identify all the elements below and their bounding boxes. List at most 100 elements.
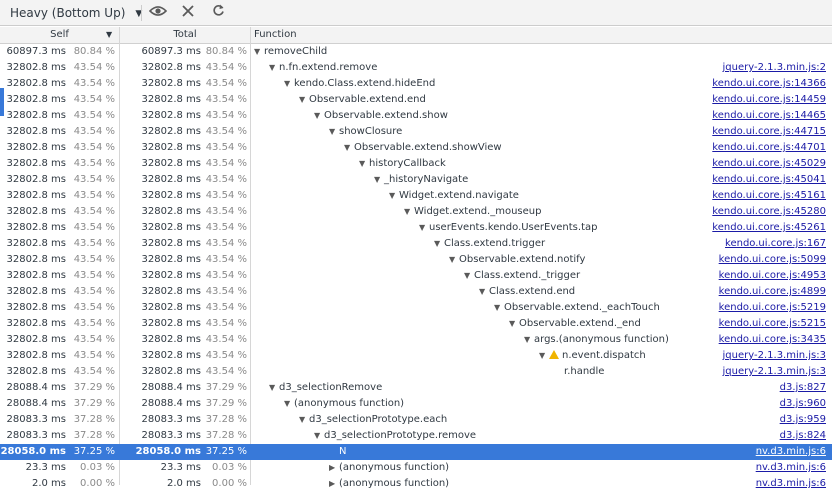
source-link[interactable]: kendo.ui.core.js:45029 [712, 156, 826, 172]
expand-down-icon[interactable]: ▼ [479, 284, 489, 300]
expand-down-icon[interactable]: ▼ [419, 220, 429, 236]
self-time: 32802.8 ms [6, 94, 66, 105]
view-mode-select[interactable]: Heavy (Bottom Up) ▼ [10, 4, 142, 22]
source-link[interactable]: kendo.ui.core.js:5219 [719, 300, 826, 316]
source-link[interactable]: nv.d3.min.js:6 [756, 460, 826, 476]
total-percent: 43.54 % [205, 334, 247, 345]
table-row[interactable]: 28088.4 ms 37.29 % 28088.4 ms 37.29 % ▼ d3_se… [0, 380, 832, 396]
table-row[interactable]: 32802.8 ms 43.54 % 32802.8 ms 43.54 % ▼ Class… [0, 236, 832, 252]
table-row[interactable]: 60897.3 ms 80.84 % 60897.3 ms 80.84 % ▼ remov… [0, 44, 832, 60]
source-link[interactable]: kendo.ui.core.js:14366 [712, 76, 826, 92]
source-link[interactable]: kendo.ui.core.js:44715 [712, 124, 826, 140]
expand-down-icon[interactable]: ▼ [329, 124, 339, 140]
expand-down-icon[interactable]: ▼ [284, 396, 294, 412]
source-link[interactable]: kendo.ui.core.js:45280 [712, 204, 826, 220]
table-row[interactable]: 28083.3 ms 37.28 % 28083.3 ms 37.28 % ▼ d3_se… [0, 412, 832, 428]
self-percent: 37.28 % [73, 430, 115, 441]
expand-down-icon[interactable]: ▼ [464, 268, 474, 284]
table-row[interactable]: 32802.8 ms 43.54 % 32802.8 ms 43.54 % ▼ Obser… [0, 300, 832, 316]
expand-down-icon[interactable]: ▼ [284, 76, 294, 92]
expand-down-icon[interactable]: ▼ [494, 300, 504, 316]
table-row[interactable]: 32802.8 ms 43.54 % 32802.8 ms 43.54 % ▼ Widge… [0, 188, 832, 204]
self-time: 32802.8 ms [6, 110, 66, 121]
table-row[interactable]: 28083.3 ms 37.28 % 28083.3 ms 37.28 % ▼ d3_se… [0, 428, 832, 444]
total-percent: 43.54 % [205, 78, 247, 89]
source-link[interactable]: kendo.ui.core.js:44701 [712, 140, 826, 156]
expand-down-icon[interactable]: ▼ [269, 60, 279, 76]
table-row[interactable]: 28088.4 ms 37.29 % 28088.4 ms 37.29 % ▼ (anon… [0, 396, 832, 412]
expand-down-icon[interactable]: ▼ [509, 316, 519, 332]
table-row[interactable]: 32802.8 ms 43.54 % 32802.8 ms 43.54 % ▼ args.… [0, 332, 832, 348]
source-link[interactable]: nv.d3.min.js:6 [756, 476, 826, 492]
function-column-header[interactable]: Function [254, 27, 297, 44]
table-row[interactable]: 32802.8 ms 43.54 % 32802.8 ms 43.54 % ▼ Obser… [0, 316, 832, 332]
source-link[interactable]: kendo.ui.core.js:14465 [712, 108, 826, 124]
eye-icon[interactable] [148, 3, 168, 23]
source-link[interactable]: kendo.ui.core.js:5215 [719, 316, 826, 332]
source-link[interactable]: kendo.ui.core.js:45041 [712, 172, 826, 188]
source-link[interactable]: kendo.ui.core.js:4953 [719, 268, 826, 284]
table-row[interactable]: 32802.8 ms 43.54 % 32802.8 ms 43.54 % ▼ _hist… [0, 172, 832, 188]
table-row[interactable]: 32802.8 ms 43.54 % 32802.8 ms 43.54 % ▼ Obser… [0, 108, 832, 124]
expand-down-icon[interactable]: ▼ [269, 380, 279, 396]
refresh-icon[interactable] [208, 3, 228, 23]
function-name: r.handle [564, 366, 605, 377]
table-row[interactable]: 32802.8 ms 43.54 % 32802.8 ms 43.54 % ▼ Obser… [0, 252, 832, 268]
expand-down-icon[interactable]: ▼ [449, 252, 459, 268]
source-link[interactable]: nv.d3.min.js:6 [756, 444, 826, 460]
table-row[interactable]: 32802.8 ms 43.54 % 32802.8 ms 43.54 % ▼ n.fn.… [0, 60, 832, 76]
expand-down-icon[interactable]: ▼ [359, 156, 369, 172]
table-row[interactable]: 32802.8 ms 43.54 % 32802.8 ms 43.54 % ▼ Widge… [0, 204, 832, 220]
self-time: 32802.8 ms [6, 318, 66, 329]
table-row[interactable]: 32802.8 ms 43.54 % 32802.8 ms 43.54 % ▼ showC… [0, 124, 832, 140]
source-link[interactable]: kendo.ui.core.js:5099 [719, 252, 826, 268]
source-link[interactable]: kendo.ui.core.js:4899 [719, 284, 826, 300]
self-column-header[interactable]: Self [0, 27, 119, 44]
expand-down-icon[interactable]: ▼ [524, 332, 534, 348]
expand-down-icon[interactable]: ▼ [299, 92, 309, 108]
expand-down-icon[interactable]: ▼ [344, 140, 354, 156]
source-link[interactable]: kendo.ui.core.js:45161 [712, 188, 826, 204]
source-link[interactable]: kendo.ui.core.js:3435 [719, 332, 826, 348]
table-row[interactable]: 28058.0 ms 37.25 % 28058.0 ms 37.25 % Nnv.d3… [0, 444, 832, 460]
source-link[interactable]: d3.js:960 [780, 396, 826, 412]
source-link[interactable]: d3.js:959 [780, 412, 826, 428]
total-column-header[interactable]: Total [120, 27, 250, 44]
expand-down-icon[interactable]: ▼ [254, 44, 264, 60]
expand-down-icon[interactable]: ▼ [299, 412, 309, 428]
function-cell: ▶ (anonymous function) [254, 460, 449, 476]
self-percent: 43.54 % [73, 78, 115, 89]
table-row[interactable]: 32802.8 ms 43.54 % 32802.8 ms 43.54 % ▼ Obser… [0, 92, 832, 108]
source-link[interactable]: kendo.ui.core.js:167 [725, 236, 826, 252]
table-row[interactable]: 2.0 ms 0.00 % 2.0 ms 0.00 % ▶ (anonymous func… [0, 476, 832, 492]
expand-down-icon[interactable]: ▼ [389, 188, 399, 204]
source-link[interactable]: d3.js:827 [780, 380, 826, 396]
expand-down-icon[interactable]: ▼ [434, 236, 444, 252]
table-row[interactable]: 32802.8 ms 43.54 % 32802.8 ms 43.54 % ▼ histo… [0, 156, 832, 172]
expand-down-icon[interactable]: ▼ [539, 348, 549, 364]
expand-down-icon[interactable]: ▼ [404, 204, 414, 220]
table-row[interactable]: 32802.8 ms 43.54 % 32802.8 ms 43.54 % ▼ Class… [0, 268, 832, 284]
source-link[interactable]: jquery-2.1.3.min.js:3 [723, 348, 826, 364]
expand-down-icon[interactable]: ▼ [374, 172, 384, 188]
table-row[interactable]: 32802.8 ms 43.54 % 32802.8 ms 43.54 % r.hand… [0, 364, 832, 380]
function-name: (anonymous function) [294, 398, 405, 409]
source-link[interactable]: kendo.ui.core.js:14459 [712, 92, 826, 108]
expand-down-icon[interactable]: ▼ [314, 428, 324, 444]
expand-right-icon[interactable]: ▶ [329, 460, 339, 476]
table-row[interactable]: 23.3 ms 0.03 % 23.3 ms 0.03 % ▶ (anonymous fu… [0, 460, 832, 476]
close-icon[interactable] [178, 3, 198, 23]
table-row[interactable]: 32802.8 ms 43.54 % 32802.8 ms 43.54 % ▼ Class… [0, 284, 832, 300]
source-link[interactable]: jquery-2.1.3.min.js:3 [723, 364, 826, 380]
source-link[interactable]: jquery-2.1.3.min.js:2 [723, 60, 826, 76]
source-link[interactable]: kendo.ui.core.js:45261 [712, 220, 826, 236]
table-row[interactable]: 32802.8 ms 43.54 % 32802.8 ms 43.54 % ▼ Obser… [0, 140, 832, 156]
total-percent: 43.54 % [205, 286, 247, 297]
expand-down-icon[interactable]: ▼ [314, 108, 324, 124]
source-link[interactable]: d3.js:824 [780, 428, 826, 444]
expand-right-icon[interactable]: ▶ [329, 476, 339, 492]
total-time: 32802.8 ms [141, 286, 201, 297]
table-row[interactable]: 32802.8 ms 43.54 % 32802.8 ms 43.54 % ▼ userE… [0, 220, 832, 236]
table-row[interactable]: 32802.8 ms 43.54 % 32802.8 ms 43.54 % ▼ kendo… [0, 76, 832, 92]
table-row[interactable]: 32802.8 ms 43.54 % 32802.8 ms 43.54 % ▼ n.eve… [0, 348, 832, 364]
